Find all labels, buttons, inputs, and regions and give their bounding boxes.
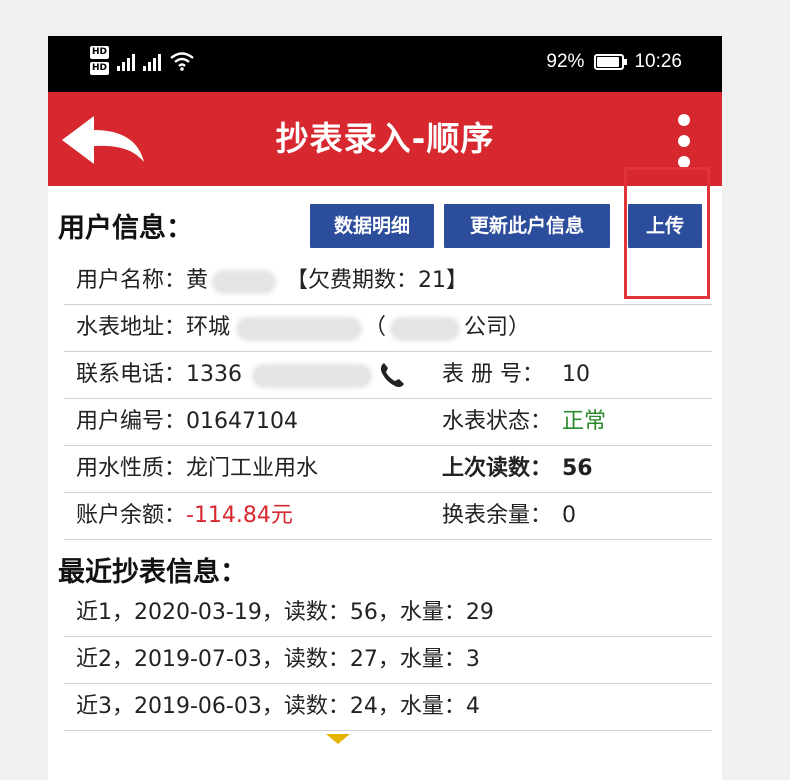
- more-menu-icon[interactable]: [676, 114, 692, 168]
- recent-reading-3: 近3，2019-06-03，读数：24，水量：4: [76, 694, 480, 719]
- recent-reading-row: 近3，2019-06-03，读数：24，水量：4: [64, 684, 712, 731]
- hd-badge-1: HD: [90, 46, 110, 59]
- scroll-down-arrow-icon[interactable]: [326, 734, 350, 744]
- signal-icon-2: [143, 51, 162, 71]
- main-content: 用户信息： 数据明细 更新此户信息 上传 用户名称： 黄 【欠费期数：21】 水…: [48, 186, 722, 731]
- balance-label: 账户余额：: [76, 503, 187, 528]
- user-info-title: 用户信息：: [58, 213, 193, 244]
- recent-readings-title: 最近抄表信息：: [58, 557, 247, 588]
- wifi-icon: [170, 51, 194, 71]
- last-reading-label: 上次读数：: [442, 456, 553, 481]
- phone-row: 联系电话： 1336 表 册 号： 10: [64, 352, 712, 399]
- redacted-name: [212, 270, 276, 294]
- address-value-start: 环城: [186, 315, 231, 340]
- clock: 10:26: [634, 51, 682, 72]
- redacted-address: [236, 317, 362, 341]
- battery-percent: 92%: [546, 51, 585, 72]
- meter-book-label: 表 册 号：: [442, 362, 544, 387]
- phone-value: 1336: [186, 362, 242, 387]
- address-row: 水表地址： 环城 （ 公司）: [64, 305, 712, 352]
- swap-remain-value: 0: [562, 503, 576, 528]
- recent-reading-1: 近1，2020-03-19，读数：56，水量：29: [76, 600, 494, 625]
- balance-row: 账户余额： -114.84元 换表余量： 0: [64, 493, 712, 540]
- water-type-row: 用水性质： 龙门工业用水 上次读数： 56: [64, 446, 712, 493]
- hd-badges: HD HD: [90, 46, 110, 75]
- meter-status-label: 水表状态：: [442, 409, 553, 434]
- recent-readings-header: 最近抄表信息：: [48, 540, 722, 590]
- meter-book-value: 10: [562, 362, 590, 387]
- battery-icon: [594, 54, 628, 70]
- recent-reading-row: 近2，2019-07-03，读数：27，水量：3: [64, 637, 712, 684]
- app-bar: 抄表录入-顺序: [48, 92, 722, 186]
- recent-reading-row: 近1，2020-03-19，读数：56，水量：29: [64, 590, 712, 637]
- phone-label: 联系电话：: [76, 362, 187, 387]
- address-label: 水表地址：: [76, 315, 187, 340]
- page-title: 抄表录入-顺序: [275, 119, 495, 158]
- address-value-mid: （: [364, 315, 387, 340]
- recent-reading-2: 近2，2019-07-03，读数：27，水量：3: [76, 647, 480, 672]
- signal-icon-1: [117, 51, 136, 71]
- user-number-label: 用户编号：: [76, 409, 187, 434]
- update-user-button[interactable]: 更新此户信息: [444, 204, 610, 248]
- data-detail-button[interactable]: 数据明细: [310, 204, 434, 248]
- arrears-count: 【欠费期数：21】: [286, 268, 468, 293]
- last-reading-value: 56: [562, 456, 593, 481]
- user-number-value: 01647104: [186, 409, 298, 434]
- status-bar-right: 92% 10:26: [546, 51, 682, 73]
- status-bar: HD HD 92% 10:26: [48, 36, 722, 92]
- swap-remain-label: 换表余量：: [442, 503, 553, 528]
- user-name-row: 用户名称： 黄 【欠费期数：21】: [64, 258, 712, 305]
- water-type-value: 龙门工业用水: [186, 456, 319, 481]
- water-type-label: 用水性质：: [76, 456, 187, 481]
- redacted-company: [390, 317, 460, 341]
- user-info-header: 用户信息： 数据明细 更新此户信息 上传: [48, 186, 722, 258]
- upload-button[interactable]: 上传: [628, 204, 702, 248]
- meter-status-value: 正常: [562, 409, 607, 434]
- redacted-phone: [252, 364, 372, 388]
- hd-badge-2: HD: [90, 62, 110, 75]
- balance-value: -114.84元: [186, 503, 293, 528]
- user-name-value: 黄: [186, 268, 209, 293]
- user-name-label: 用户名称：: [76, 268, 187, 293]
- phone-screen: HD HD 92% 10:26 抄表录入-顺序 用户信息： 数据明细 更新此户信…: [48, 36, 722, 780]
- address-value-end: 公司）: [464, 315, 531, 340]
- phone-call-icon[interactable]: [377, 360, 407, 390]
- status-bar-signals: HD HD: [90, 46, 195, 75]
- user-number-row: 用户编号： 01647104 水表状态： 正常: [64, 399, 712, 446]
